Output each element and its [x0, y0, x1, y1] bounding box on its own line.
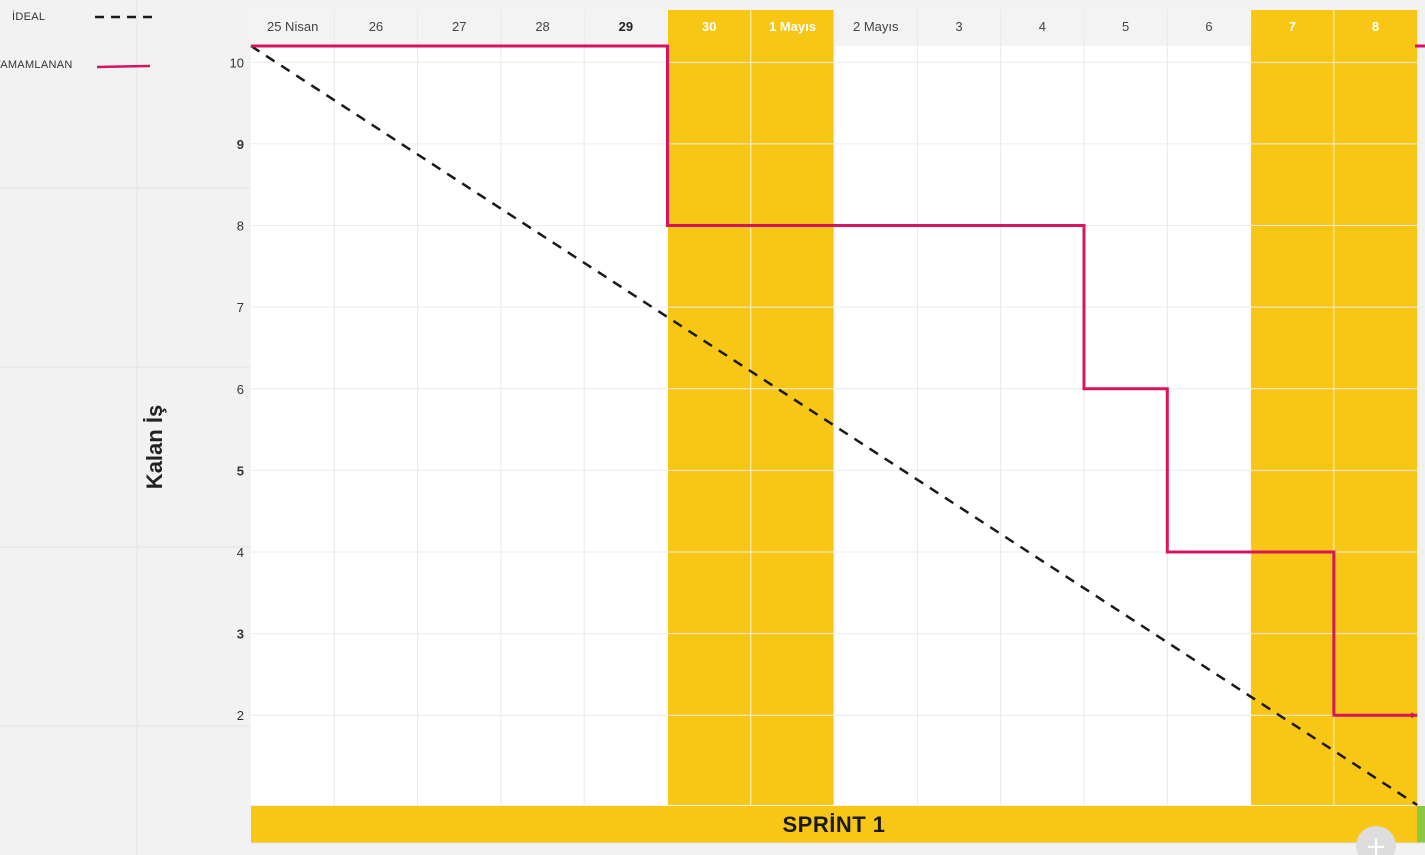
y-tick-label: 4	[237, 545, 244, 560]
y-tick-label: 8	[237, 219, 244, 234]
y-tick-label: 9	[237, 137, 244, 152]
date-label: 5	[1122, 19, 1129, 34]
plus-icon: +	[1365, 832, 1387, 855]
weekend-column-13	[1333, 10, 1418, 805]
legend-ideal-label: İDEAL	[12, 10, 45, 23]
date-label: 27	[452, 19, 466, 34]
date-label: 7	[1289, 19, 1296, 34]
weekend-column-6	[750, 10, 835, 805]
date-label: 8	[1372, 19, 1379, 34]
y-axis-ticks: 10 9 8 7 6 5 4 3 2	[230, 55, 244, 723]
date-label: 4	[1039, 19, 1046, 34]
y-tick-label: 3	[237, 627, 244, 642]
y-tick-label: 6	[237, 382, 244, 397]
weekend-column-5	[667, 10, 751, 805]
burndown-chart: İDEAL TAMAMLANAN Kalan İş 25 Nisan 26 27 28…	[0, 0, 1425, 855]
y-axis-title: Kalan İş	[142, 405, 167, 489]
legend-completed-swatch	[96, 64, 151, 69]
date-label: 30	[702, 19, 716, 34]
legend: İDEAL TAMAMLANAN	[0, 10, 155, 71]
date-label: 2 Mayıs	[853, 19, 899, 34]
date-label: 1 Mayıs	[769, 19, 816, 34]
date-label: 29	[619, 19, 633, 34]
date-label: 25 Nisan	[267, 19, 318, 34]
left-panel-grid	[0, 0, 250, 855]
y-tick-label: 10	[230, 55, 244, 70]
date-label: 28	[535, 19, 549, 34]
sprint-label: SPRİNT 1	[782, 812, 885, 837]
y-tick-label: 7	[237, 300, 244, 315]
date-label: 3	[955, 19, 962, 34]
y-tick-label: 5	[237, 463, 244, 478]
weekend-column-12	[1250, 10, 1334, 805]
date-label: 6	[1205, 19, 1212, 34]
y-tick-label: 2	[237, 708, 244, 723]
date-label: 26	[369, 19, 383, 34]
next-sprint-bar-edge[interactable]	[1417, 806, 1425, 843]
legend-completed-label: TAMAMLANAN	[0, 59, 73, 71]
